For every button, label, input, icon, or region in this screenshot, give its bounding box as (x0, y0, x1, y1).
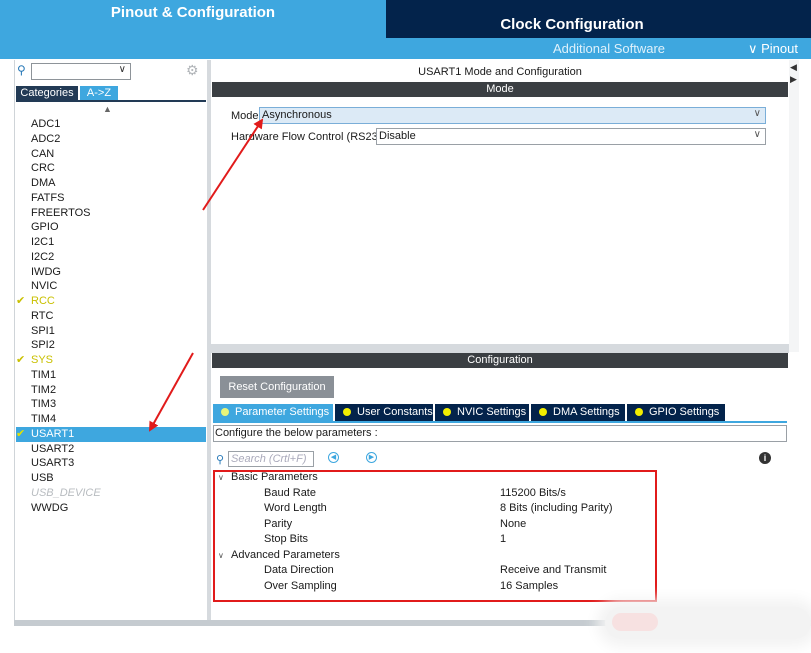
annotation-arrows (149, 118, 264, 432)
arrow-to-usart1 (149, 352, 194, 432)
arrow-to-mode (202, 118, 264, 211)
